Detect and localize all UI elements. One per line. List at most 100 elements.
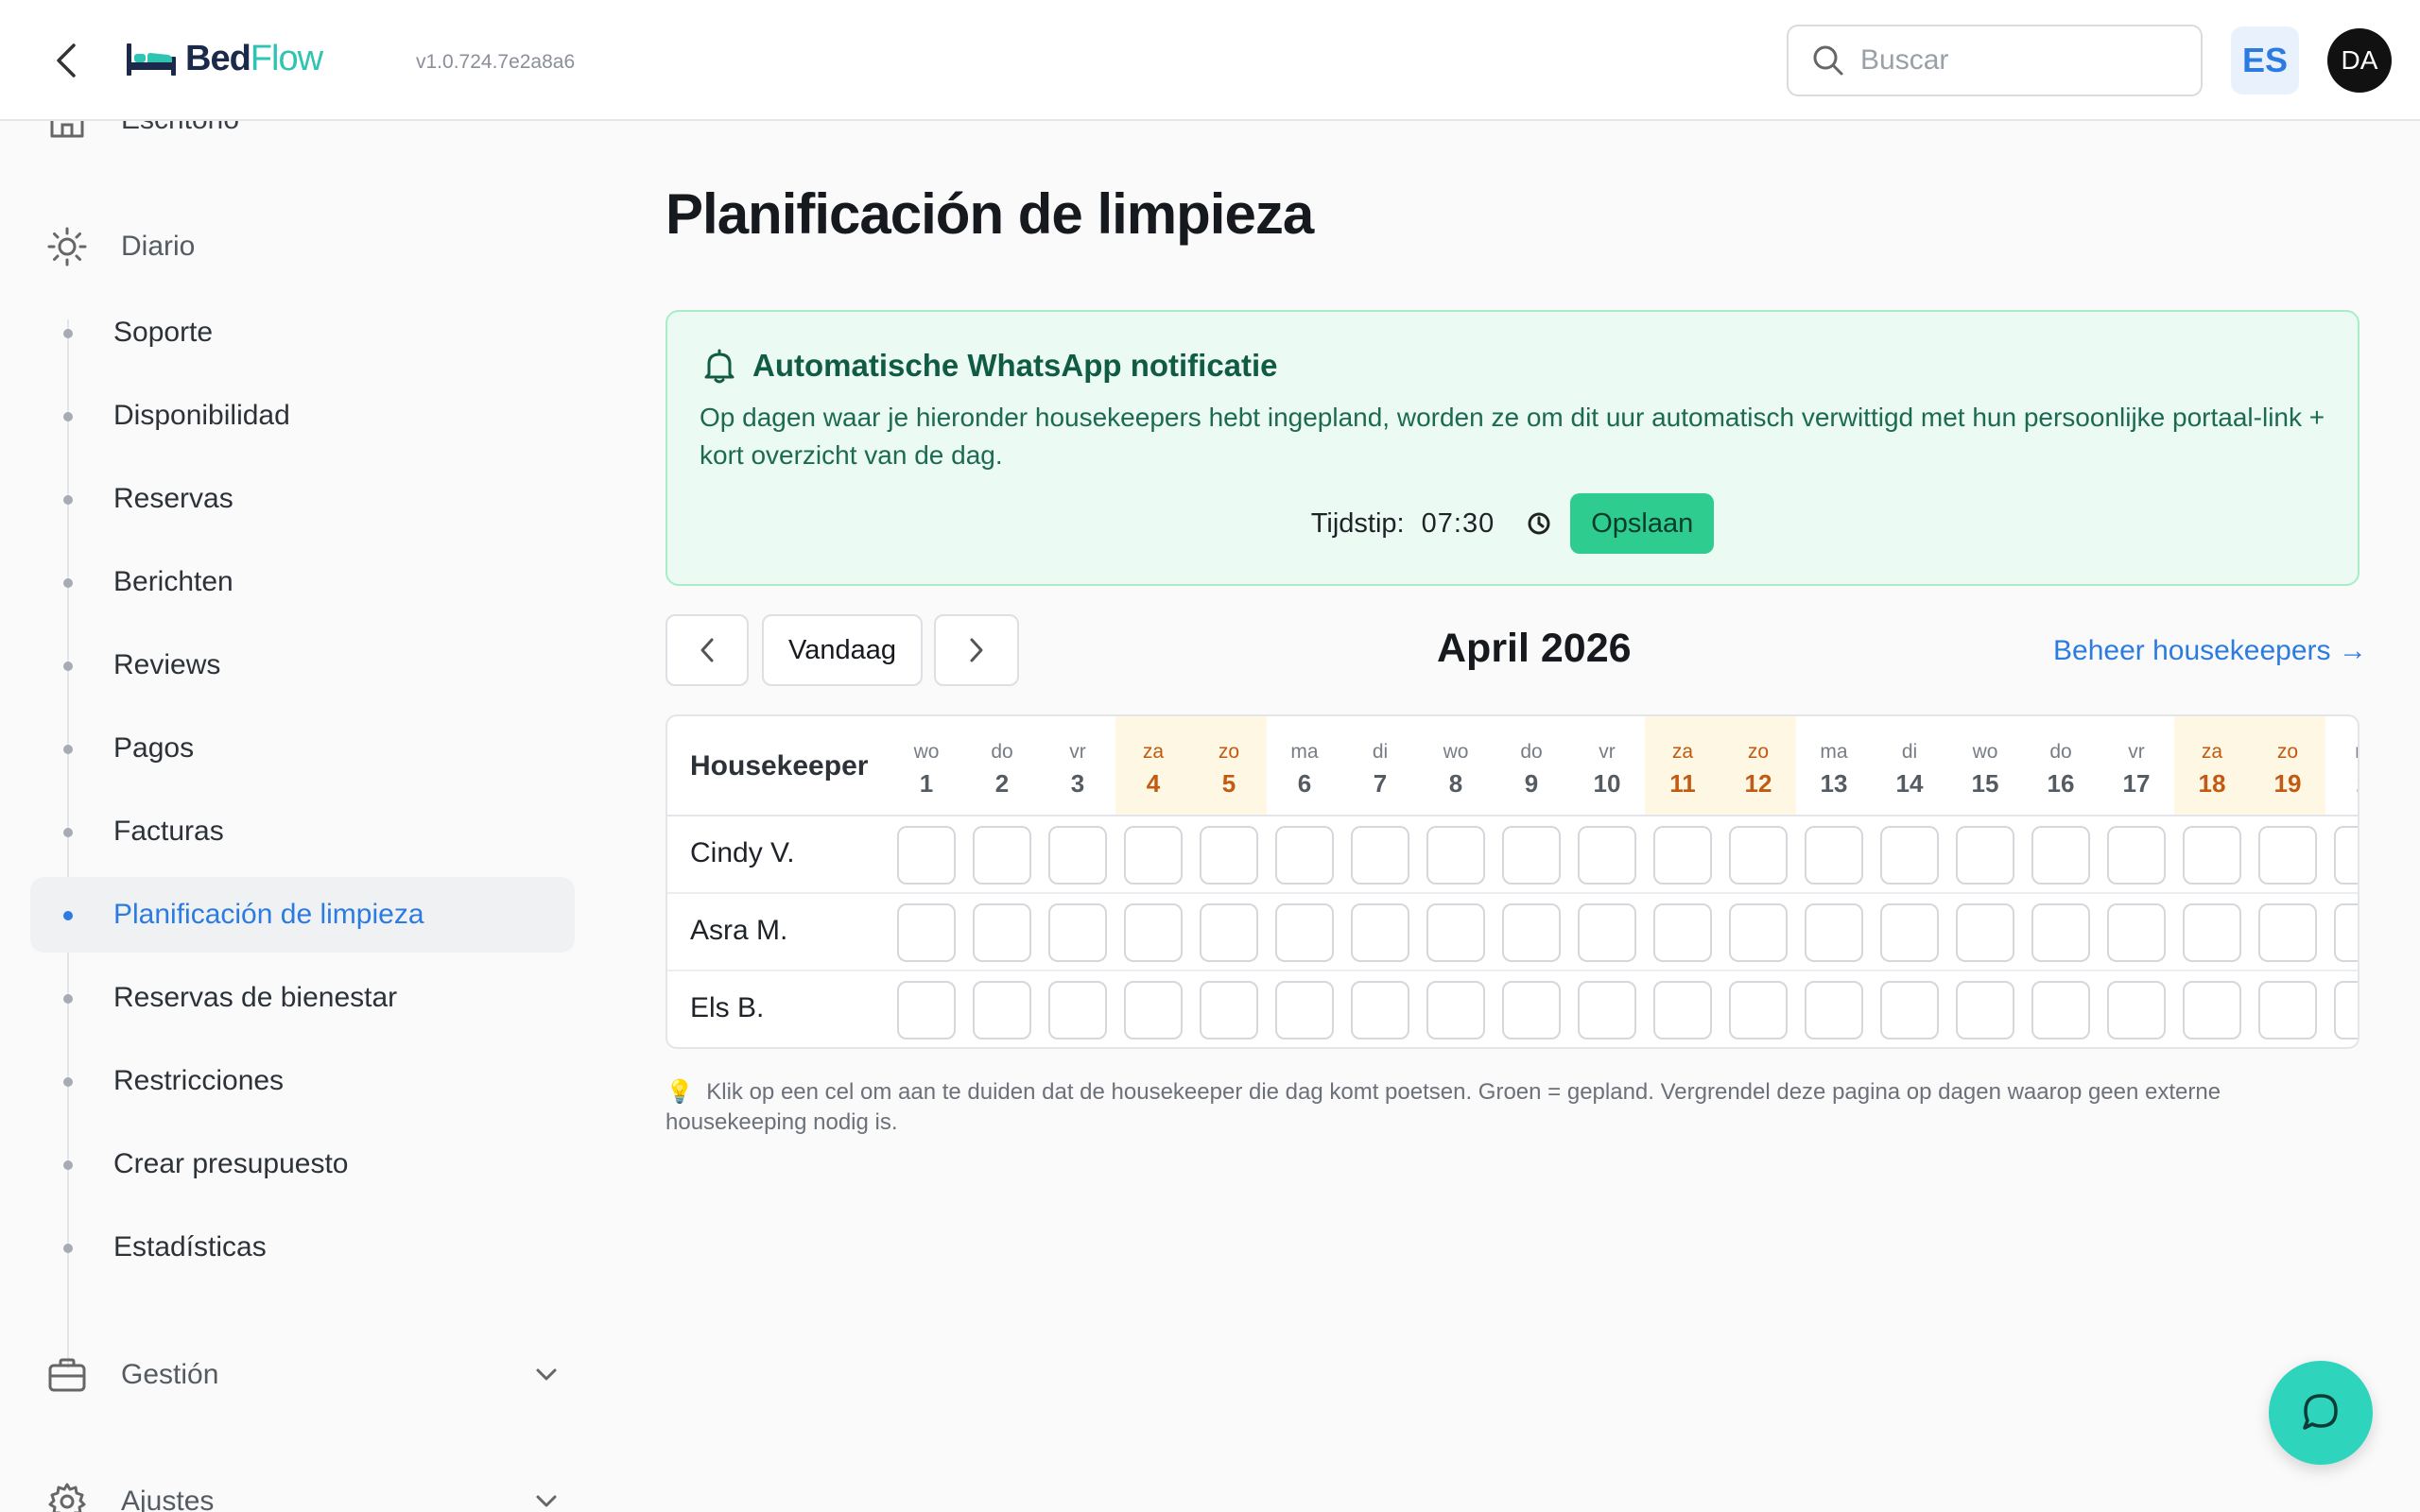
schedule-cell[interactable] [2031,903,2090,962]
schedule-cell[interactable] [1578,903,1636,962]
today-button[interactable]: Vandaag [762,614,923,686]
schedule-cell[interactable] [2334,826,2358,885]
schedule-cell[interactable] [973,903,1031,962]
time-input[interactable]: 07:30 [1422,508,1495,540]
search-box[interactable] [1787,25,2203,96]
chat-button[interactable] [2269,1361,2373,1465]
search-input[interactable] [1860,44,2172,77]
schedule-cell[interactable] [1426,981,1485,1040]
schedule-cell[interactable] [1880,903,1939,962]
sidebar-item-create-quote[interactable]: Crear presupuesto [30,1126,575,1202]
schedule-cell[interactable] [1956,826,2014,885]
day-of-week: wo [1443,741,1469,763]
clock-icon[interactable] [1527,511,1551,536]
schedule-cell[interactable] [1048,826,1107,885]
sidebar-item-statistics[interactable]: Estadísticas [30,1210,575,1285]
schedule-cell[interactable] [1048,903,1107,962]
sidebar-section-management[interactable]: Gestión [47,1355,558,1395]
housekeeper-name: Cindy V. [690,837,795,868]
sidebar-section-settings[interactable]: Ajustes [47,1482,558,1512]
schedule-cell[interactable] [2334,903,2358,962]
sidebar-item-restrictions[interactable]: Restricciones [30,1043,575,1119]
sidebar-item-messages[interactable]: Berichten [30,544,575,620]
back-button[interactable] [47,40,85,81]
schedule-cell[interactable] [1729,981,1788,1040]
schedule-cell[interactable] [1124,903,1183,962]
schedule-cell[interactable] [2334,981,2358,1040]
schedule-cell[interactable] [973,826,1031,885]
day-column-header: zo 19 [2250,716,2325,815]
schedule-cell[interactable] [1578,826,1636,885]
schedule-cell[interactable] [1351,826,1409,885]
schedule-cell[interactable] [1653,826,1712,885]
schedule-cell[interactable] [1048,981,1107,1040]
app-logo[interactable]: BedFlow [125,32,323,85]
schedule-cell[interactable] [1729,903,1788,962]
manage-housekeepers-link[interactable]: Beheer housekeepers → [2053,635,2367,667]
schedule-cell[interactable] [1275,826,1334,885]
schedule-cell[interactable] [1200,981,1258,1040]
schedule-cell[interactable] [1426,826,1485,885]
sidebar-item-invoices[interactable]: Facturas [30,794,575,869]
schedule-cell[interactable] [1880,981,1939,1040]
schedule-cell[interactable] [1351,903,1409,962]
user-avatar[interactable]: DA [2327,28,2392,93]
sidebar-item-reviews[interactable]: Reviews [30,627,575,703]
sidebar-item-label: Reservas [113,483,233,514]
next-month-button[interactable] [934,614,1019,686]
schedule-cell[interactable] [1653,981,1712,1040]
schedule-cell[interactable] [1124,826,1183,885]
sidebar-item-cleaning-planning[interactable]: Planificación de limpieza [30,877,575,953]
schedule-cell[interactable] [2031,826,2090,885]
sidebar-item-reservations[interactable]: Reservas [30,461,575,537]
schedule-cell[interactable] [2107,903,2166,962]
schedule-cell[interactable] [1502,981,1561,1040]
schedule-cell[interactable] [1956,981,2014,1040]
chevron-down-icon [536,1495,557,1507]
schedule-cell[interactable] [1805,981,1863,1040]
schedule-cell[interactable] [1200,826,1258,885]
day-number: 3 [1070,769,1085,798]
language-switcher[interactable]: ES [2231,26,2299,94]
schedule-cell[interactable] [1351,981,1409,1040]
sidebar-item-wellness-reservations[interactable]: Reservas de bienestar [30,960,575,1036]
schedule-cell[interactable] [1729,826,1788,885]
schedule-cell[interactable] [1956,903,2014,962]
schedule-cell[interactable] [1426,903,1485,962]
schedule-cell[interactable] [1275,903,1334,962]
schedule-cell[interactable] [1805,903,1863,962]
schedule-cell[interactable] [1200,903,1258,962]
schedule-cell[interactable] [1275,981,1334,1040]
sidebar: Escritorio Diario Soporte Disponibilidad… [0,121,605,1512]
schedule-cell[interactable] [1502,826,1561,885]
schedule-cell[interactable] [1502,903,1561,962]
sidebar-section-daily[interactable]: Diario [47,227,558,266]
schedule-cell[interactable] [897,903,956,962]
schedule-cell[interactable] [897,981,956,1040]
schedule-cell[interactable] [1653,903,1712,962]
schedule-cell[interactable] [1805,826,1863,885]
save-button[interactable]: Opslaan [1570,493,1715,554]
sidebar-item-availability[interactable]: Disponibilidad [30,378,575,454]
schedule-cell[interactable] [973,981,1031,1040]
schedule-cell[interactable] [2183,981,2241,1040]
schedule-cell[interactable] [2183,826,2241,885]
schedule-cell[interactable] [2258,903,2317,962]
schedule-cell[interactable] [2258,826,2317,885]
prev-month-button[interactable] [666,614,749,686]
sidebar-item-label: Berichten [113,566,233,597]
schedule-cell[interactable] [1124,981,1183,1040]
sidebar-item-label: Reservas de bienestar [113,982,398,1013]
schedule-cell[interactable] [1880,826,1939,885]
sidebar-item-support[interactable]: Soporte [30,295,575,370]
day-column-header: ma 6 [1267,716,1342,815]
schedule-cell[interactable] [2183,903,2241,962]
schedule-cell[interactable] [1578,981,1636,1040]
schedule-cell[interactable] [2031,981,2090,1040]
schedule-cell[interactable] [2107,981,2166,1040]
sidebar-item-payments[interactable]: Pagos [30,711,575,786]
sidebar-item-desk[interactable]: Escritorio [47,121,239,140]
schedule-cell[interactable] [897,826,956,885]
schedule-cell[interactable] [2258,981,2317,1040]
schedule-cell[interactable] [2107,826,2166,885]
